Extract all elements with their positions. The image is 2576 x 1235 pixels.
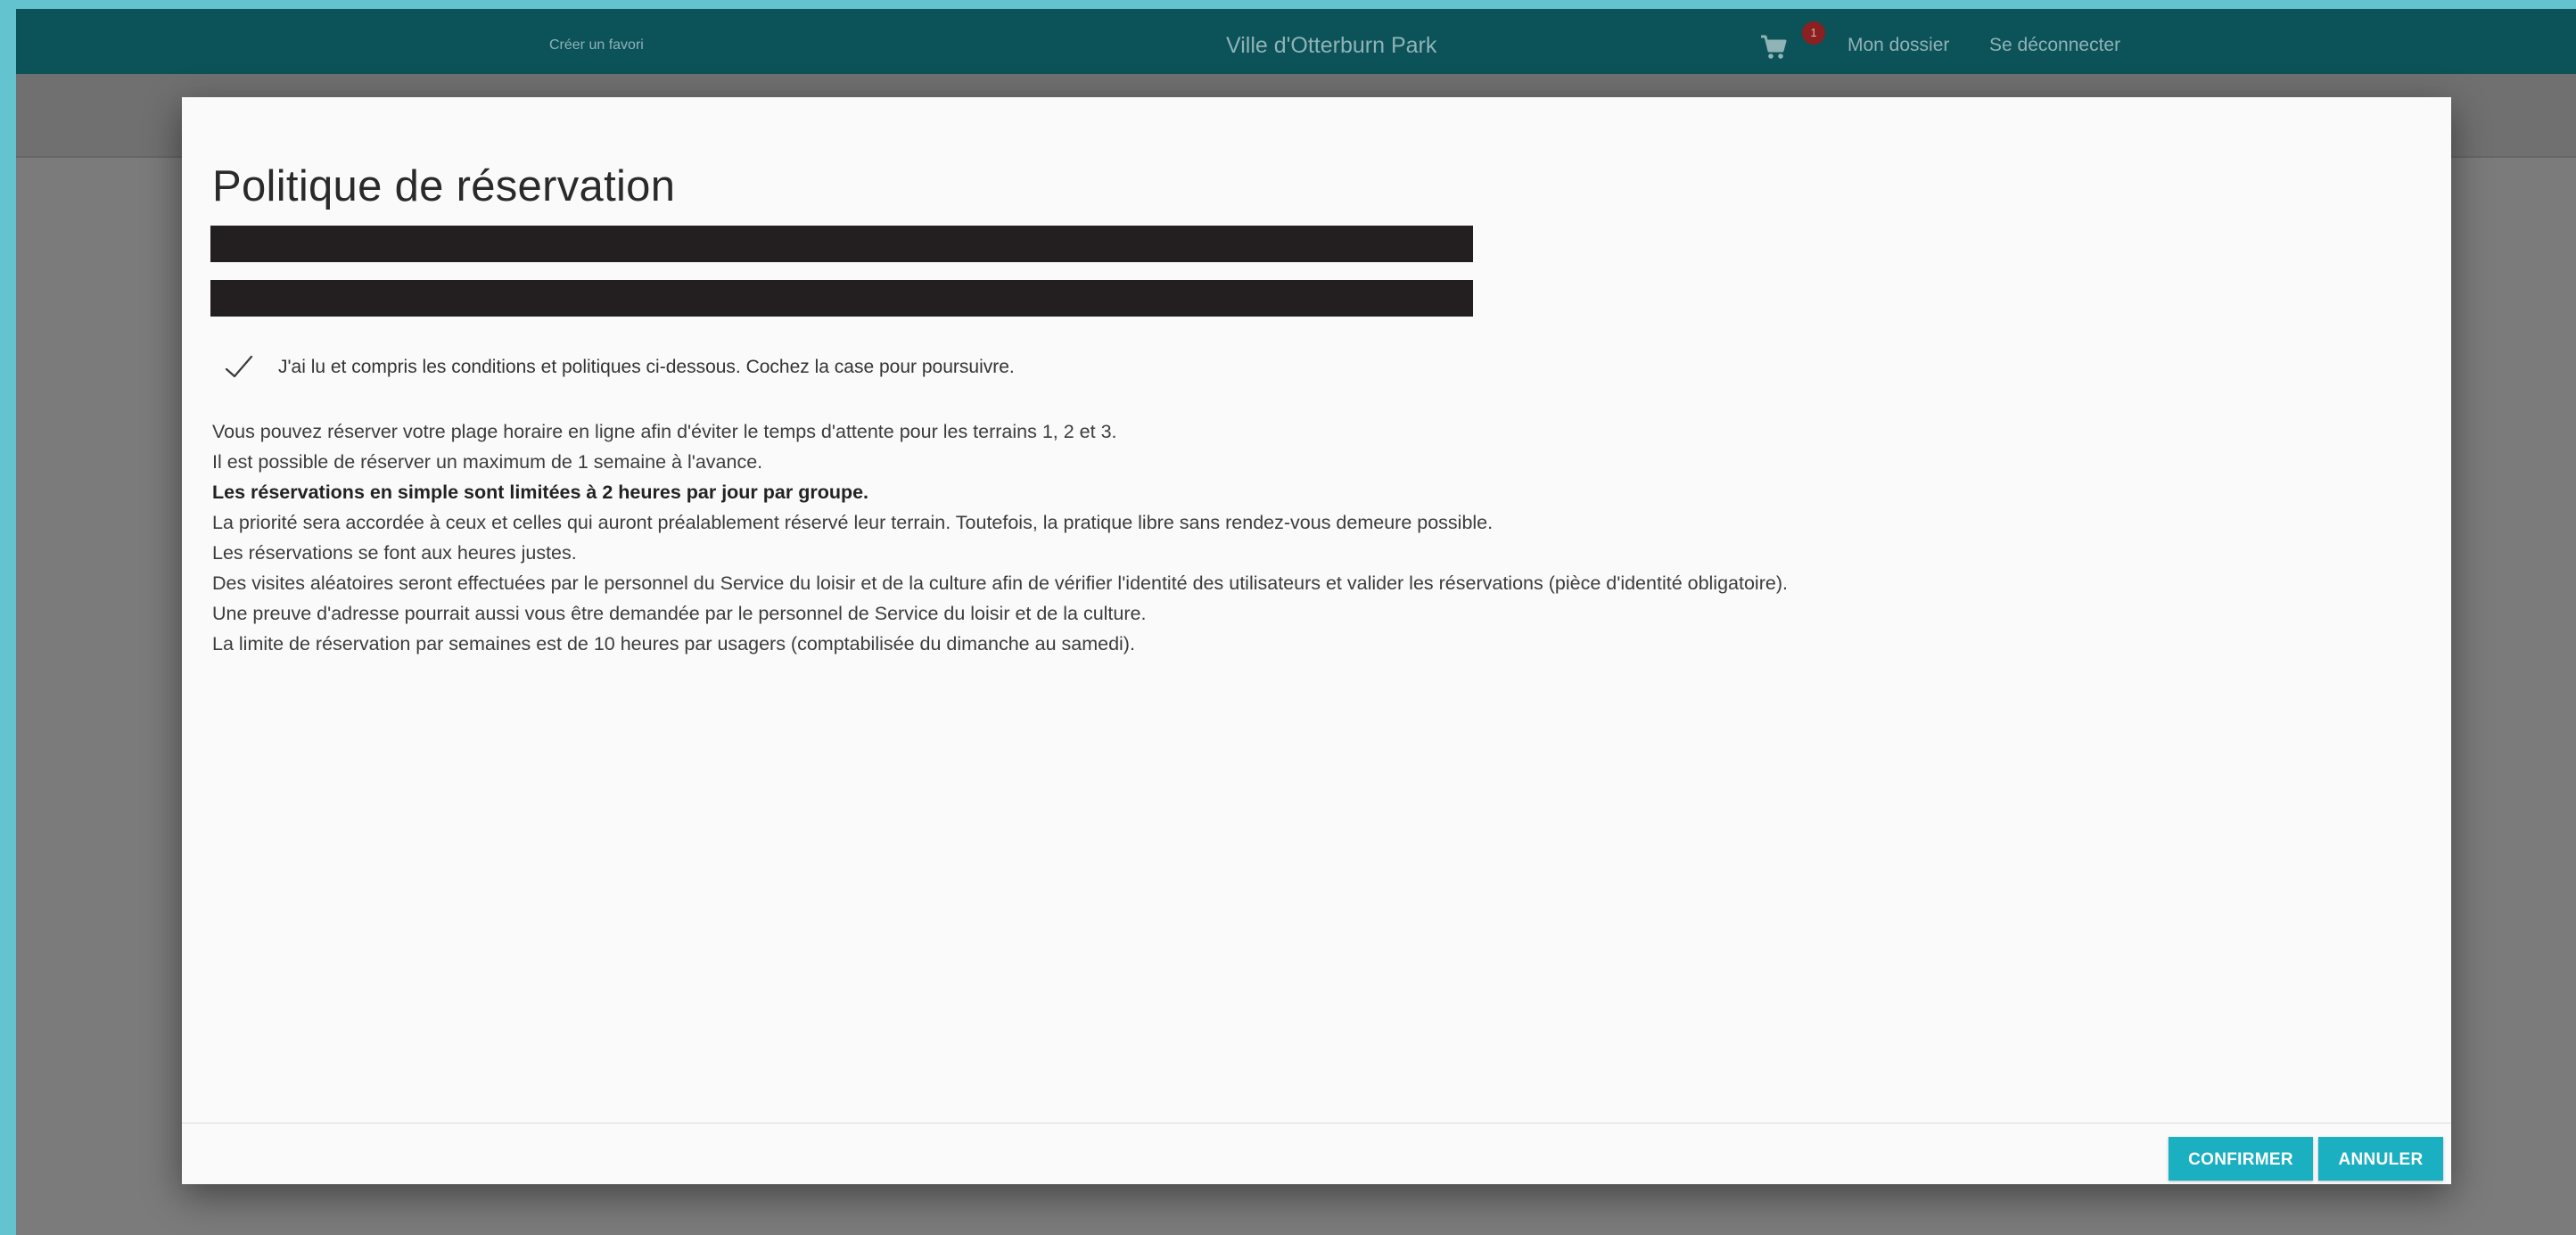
cart-icon[interactable] [1759,9,1795,74]
policy-text: Vous pouvez réserver votre plage horaire… [212,416,2352,659]
redacted-block [210,226,1473,262]
policy-line: Des visites aléatoires seront effectuées… [212,572,1788,594]
dialog-title: Politique de réservation [212,162,676,210]
create-favorite-link[interactable]: Créer un favori [549,9,644,74]
policy-line: Vous pouvez réserver votre plage horaire… [212,421,1117,442]
policy-line: Il est possible de réserver un maximum d… [212,451,763,473]
cancel-button[interactable]: ANNULER [2318,1137,2443,1181]
top-navigation-bar: Créer un favori Ville d'Otterburn Park 1… [16,9,2576,74]
policy-line: Les réservations se font aux heures just… [212,542,577,564]
policy-line-emphasis: Les réservations en simple sont limitées… [212,482,869,503]
reservation-policy-dialog: Politique de réservation J'ai lu et comp… [182,97,2451,1184]
logout-link[interactable]: Se déconnecter [1989,9,2120,74]
cart-count-badge: 1 [1802,21,1825,45]
policy-line: Une preuve d'adresse pourrait aussi vous… [212,603,1147,624]
checkmark-icon[interactable] [221,348,257,383]
dialog-footer: CONFIRMER ANNULER [182,1123,2451,1185]
confirm-button[interactable]: CONFIRMER [2169,1137,2313,1181]
policy-line: La priorité sera accordée à ceux et cell… [212,512,1494,533]
site-title[interactable]: Ville d'Otterburn Park [1226,9,1436,74]
redacted-block [210,280,1473,317]
acknowledge-label: J'ai lu et compris les conditions et pol… [278,357,1015,377]
my-account-link[interactable]: Mon dossier [1848,9,1949,74]
policy-line: La limite de réservation par semaines es… [212,633,1135,655]
